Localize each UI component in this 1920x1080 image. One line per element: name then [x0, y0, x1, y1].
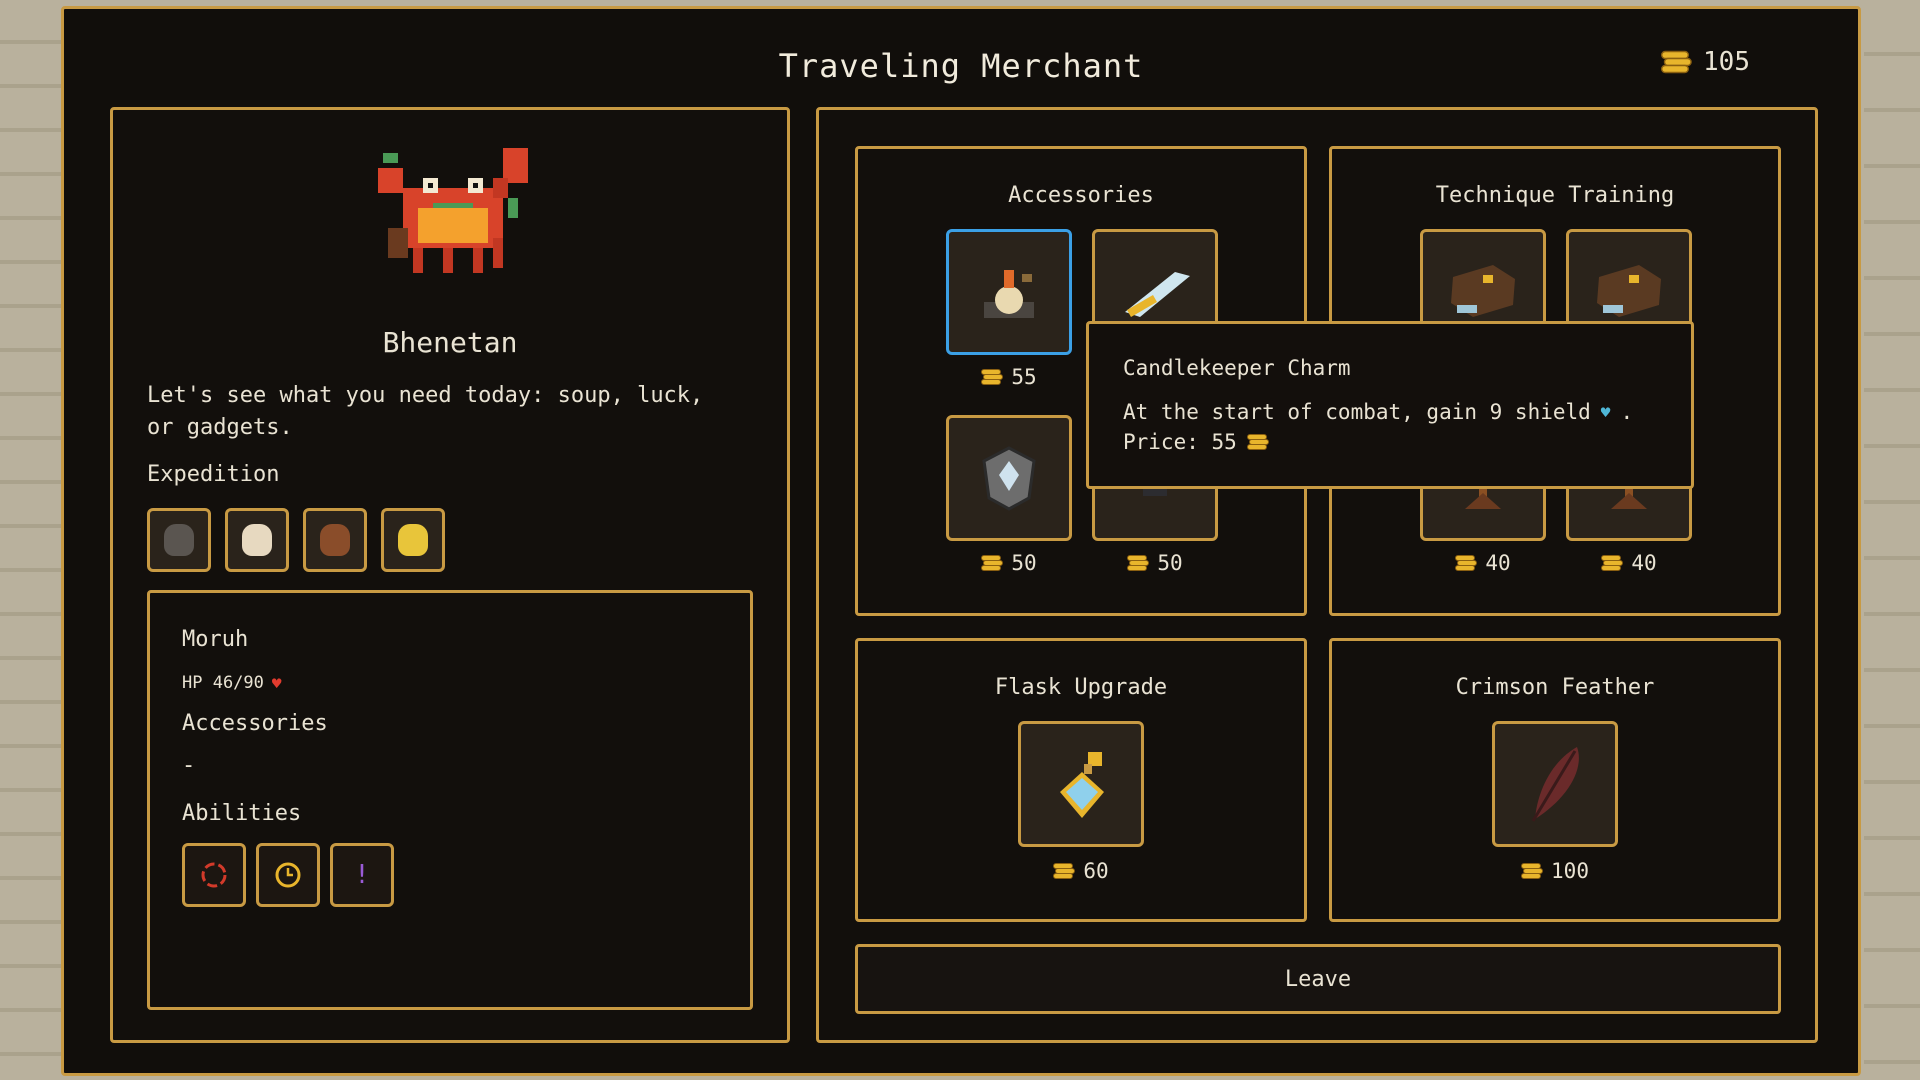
- clock-icon: [275, 862, 301, 888]
- pale-hero-portrait-icon: [242, 524, 272, 556]
- map-background-right: [1864, 0, 1920, 1080]
- price-value: 40: [1485, 551, 1511, 575]
- price-value: 60: [1083, 859, 1109, 883]
- item-gray-gem-shield[interactable]: [946, 415, 1072, 541]
- item-tooltip: Candlekeeper Charm At the start of comba…: [1086, 321, 1694, 489]
- member-accessories-label: Accessories: [182, 711, 328, 736]
- price-value: 55: [1011, 365, 1037, 389]
- window-title: Traveling Merchant: [778, 47, 1144, 85]
- member-name: Moruh: [182, 627, 249, 652]
- member-abilities-label: Abilities: [182, 801, 302, 826]
- flask-title: Flask Upgrade: [994, 675, 1168, 700]
- expedition-label: Expedition: [147, 462, 280, 487]
- price-flask-upgrade: 60: [1018, 859, 1144, 883]
- tooltip-description-text: At the start of combat, gain 9 shield: [1123, 400, 1591, 424]
- map-background-left: [0, 0, 61, 1080]
- crimson-feather-icon: [1531, 747, 1579, 822]
- coin-icon: [1521, 863, 1544, 879]
- coin-icon: [1127, 555, 1150, 571]
- price-training-dummy-1: 40: [1420, 551, 1546, 575]
- heart-icon: ♥: [271, 673, 282, 693]
- merchant-quote: Let's see what you need today: soup, luc…: [147, 383, 704, 440]
- gold-amount: 105: [1703, 47, 1750, 77]
- gold-coin-icon: [1661, 50, 1692, 74]
- price-value: 40: [1631, 551, 1657, 575]
- coin-icon: [981, 369, 1004, 385]
- feather-title: Crimson Feather: [1455, 675, 1655, 700]
- merchant-window: Traveling Merchant 105 Bhenetan Let's se…: [61, 6, 1861, 1076]
- price-value: 100: [1551, 859, 1589, 883]
- price-dark-trinket: 50: [1092, 551, 1218, 575]
- gold-counter: 105: [1661, 47, 1750, 77]
- merchant-info-panel: Bhenetan Let's see what you need today: …: [110, 107, 790, 1043]
- price-gray-gem-shield: 50: [946, 551, 1072, 575]
- book-icon: [1451, 265, 1515, 317]
- price-training-dummy-2: 40: [1566, 551, 1692, 575]
- tooltip-title: Candlekeeper Charm: [1123, 356, 1351, 380]
- party-slot-raccoon[interactable]: [147, 508, 211, 572]
- member-card: Moruh HP 46/90 ♥ Accessories - Abilities: [147, 590, 753, 1010]
- party-slot-blonde[interactable]: [381, 508, 445, 572]
- tooltip-description-end: .: [1620, 400, 1634, 424]
- party-slot-pale-hero[interactable]: [225, 508, 289, 572]
- price-value: 50: [1011, 551, 1037, 575]
- coin-icon: [1455, 555, 1478, 571]
- price-candlekeeper-charm: 55: [946, 365, 1072, 389]
- coin-icon: [1053, 863, 1076, 879]
- accessories-title: Accessories: [1008, 183, 1154, 208]
- swirl-icon: [201, 862, 227, 888]
- exclamation-icon: !: [354, 860, 370, 890]
- item-crimson-feather[interactable]: [1492, 721, 1618, 847]
- price-crimson-feather: 100: [1492, 859, 1618, 883]
- price-value: 50: [1157, 551, 1183, 575]
- ability-slot-1[interactable]: [182, 843, 246, 907]
- brown-hair-portrait-icon: [320, 524, 350, 556]
- gem-shield-icon: [982, 446, 1036, 511]
- tooltip-price-text: Price: 55: [1123, 430, 1237, 454]
- shop-panel: Accessories 55 50 50 Technique Training …: [816, 107, 1818, 1043]
- coin-icon: [981, 555, 1004, 571]
- crab-merchant-icon: [378, 148, 528, 273]
- expedition-party: [147, 508, 445, 572]
- party-slot-brown-hair[interactable]: [303, 508, 367, 572]
- merchant-name: Bhenetan: [382, 326, 518, 359]
- crimson-feather-shop: Crimson Feather 100: [1329, 638, 1781, 922]
- item-flask-upgrade[interactable]: [1018, 721, 1144, 847]
- flask-icon: [1060, 752, 1104, 818]
- technique-title: Technique Training: [1435, 183, 1675, 208]
- coin-icon: [1601, 555, 1624, 571]
- ability-slot-2[interactable]: [256, 843, 320, 907]
- abilities-row: !: [182, 843, 394, 907]
- member-hp: HP 46/90 ♥: [182, 673, 282, 693]
- coin-icon: [1246, 434, 1269, 450]
- item-candlekeeper-charm[interactable]: [946, 229, 1072, 355]
- book-icon: [1597, 265, 1661, 317]
- ability-slot-3[interactable]: !: [330, 843, 394, 907]
- quill-icon: [1125, 272, 1190, 317]
- leave-button[interactable]: Leave: [855, 944, 1781, 1014]
- tooltip-price: Price: 55: [1123, 430, 1269, 454]
- tooltip-description: At the start of combat, gain 9 shield ♥ …: [1123, 400, 1633, 424]
- blonde-portrait-icon: [398, 524, 428, 556]
- raccoon-portrait-icon: [164, 524, 194, 556]
- member-accessories-value: -: [182, 753, 196, 778]
- shield-icon: ♥: [1600, 402, 1611, 422]
- candle-charm-icon: [984, 270, 1034, 318]
- member-hp-text: HP 46/90: [182, 673, 264, 693]
- flask-upgrade-shop: Flask Upgrade 60: [855, 638, 1307, 922]
